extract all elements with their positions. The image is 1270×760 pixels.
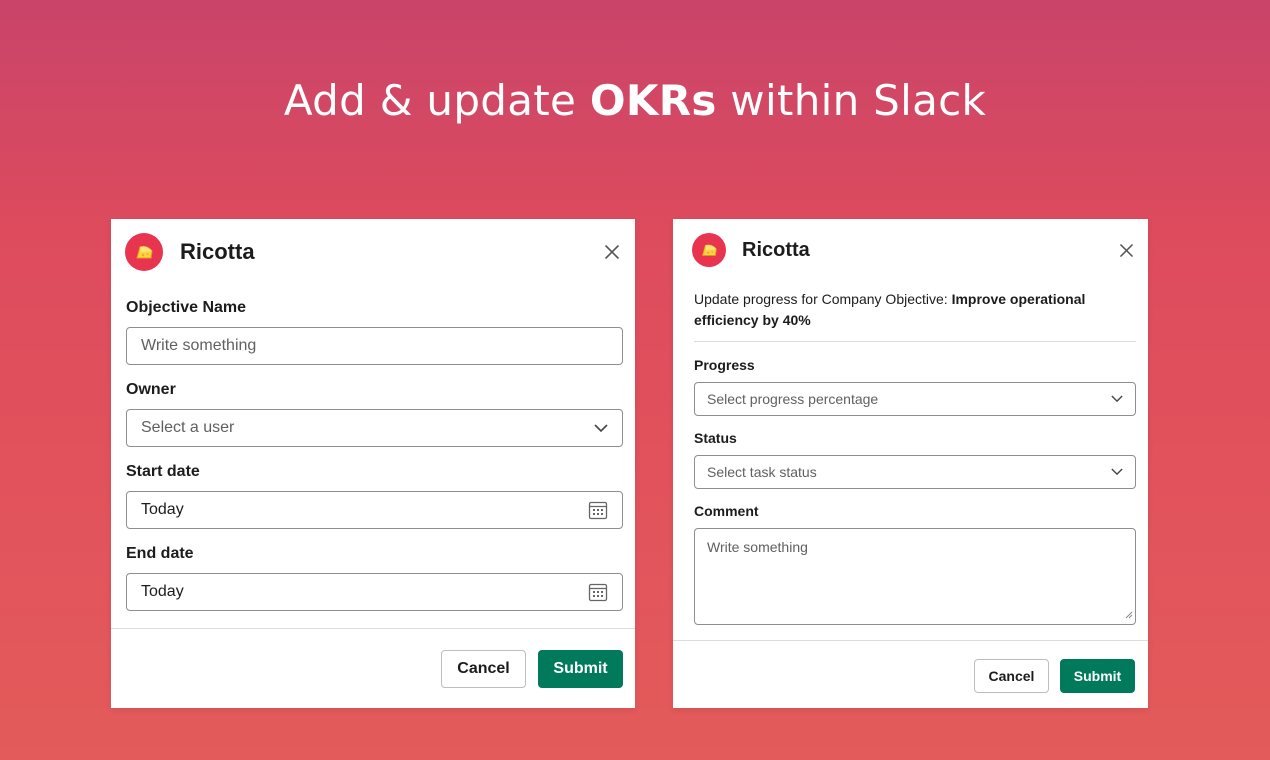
chevron-down-icon: [1111, 468, 1123, 476]
footer-divider: [111, 628, 635, 629]
close-icon: [1119, 243, 1133, 257]
cheese-icon: [702, 244, 717, 256]
calendar-icon: [588, 500, 608, 520]
close-icon: [605, 245, 619, 259]
app-logo: [125, 233, 163, 271]
chevron-down-icon: [1111, 395, 1123, 403]
progress-select[interactable]: Select progress percentage: [694, 382, 1136, 416]
intro-text: Update progress for Company Objective:: [694, 291, 952, 307]
end-date-value: Today: [141, 583, 184, 600]
close-button[interactable]: [601, 241, 623, 263]
calendar-icon: [588, 582, 608, 602]
intro-divider: [694, 341, 1136, 342]
app-logo: [692, 233, 726, 267]
submit-button[interactable]: Submit: [538, 650, 623, 688]
update-progress-modal: Ricotta Update progress for Company Obje…: [673, 219, 1148, 708]
progress-placeholder: Select progress percentage: [707, 391, 879, 407]
app-name: Ricotta: [742, 239, 810, 261]
start-date-picker[interactable]: Today: [126, 491, 623, 529]
cheese-icon: [136, 246, 153, 259]
chevron-down-icon: [594, 423, 608, 433]
headline: Add & update OKRs within Slack: [0, 76, 1270, 125]
submit-button[interactable]: Submit: [1060, 659, 1135, 693]
owner-select[interactable]: Select a user: [126, 409, 623, 447]
end-date-picker[interactable]: Today: [126, 573, 623, 611]
start-date-value: Today: [141, 501, 184, 518]
create-objective-modal: Ricotta Objective Name Write something O…: [111, 219, 635, 708]
headline-bold: OKRs: [589, 76, 717, 125]
start-date-label: Start date: [126, 463, 200, 480]
progress-label: Progress: [694, 357, 755, 373]
objective-intro: Update progress for Company Objective: I…: [694, 289, 1124, 331]
cancel-button[interactable]: Cancel: [974, 659, 1049, 693]
comment-label: Comment: [694, 503, 759, 519]
status-placeholder: Select task status: [707, 464, 817, 480]
cancel-button[interactable]: Cancel: [441, 650, 526, 688]
objective-name-input[interactable]: Write something: [126, 327, 623, 365]
status-select[interactable]: Select task status: [694, 455, 1136, 489]
resize-handle-icon[interactable]: [1125, 606, 1133, 622]
footer-divider: [673, 640, 1148, 641]
status-label: Status: [694, 430, 737, 446]
end-date-label: End date: [126, 545, 194, 562]
objective-name-label: Objective Name: [126, 299, 247, 316]
comment-placeholder: Write something: [707, 539, 808, 555]
close-button[interactable]: [1115, 239, 1137, 261]
objective-name-placeholder: Write something: [141, 337, 257, 354]
owner-placeholder: Select a user: [141, 419, 235, 436]
comment-textarea[interactable]: Write something: [694, 528, 1136, 625]
app-name: Ricotta: [180, 239, 255, 264]
headline-pre: Add & update: [283, 76, 590, 125]
headline-post: within Slack: [716, 76, 987, 125]
owner-label: Owner: [126, 381, 176, 398]
